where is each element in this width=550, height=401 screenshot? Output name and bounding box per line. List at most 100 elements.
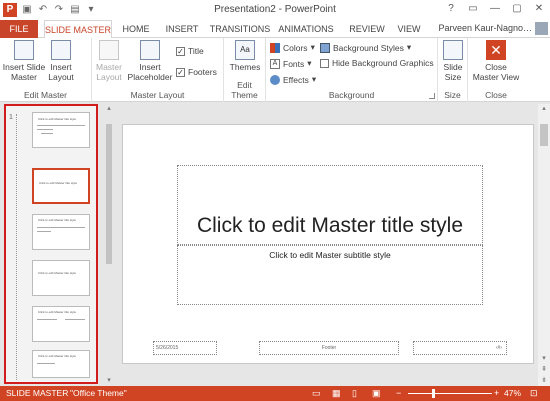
slide-title-text: Click to edit Master title style — [196, 214, 464, 237]
tab-review[interactable]: REVIEW — [346, 20, 388, 38]
insert-layout-button[interactable]: Insert Layout — [46, 40, 76, 82]
master-layout-button[interactable]: Master Layout — [94, 40, 124, 82]
tab-transitions[interactable]: TRANSITIONS — [208, 20, 272, 38]
slide-canvas[interactable]: Click to edit Master title style Click t… — [122, 124, 534, 364]
group-label-edit-theme: Edit Theme — [231, 80, 258, 100]
colors-button[interactable]: Colors ▾ — [270, 42, 315, 53]
slide-scrollbar[interactable]: ▴ ▾ ⇞ ⇟ — [538, 104, 550, 386]
fonts-button[interactable]: A Fonts ▾ — [270, 58, 312, 69]
tab-animations[interactable]: ANIMATIONS — [276, 20, 336, 38]
group-label-edit-master: Edit Master — [24, 90, 67, 100]
group-label-close: Close — [485, 90, 507, 100]
thumbnail-layout-3-title: Click to edit Master title style — [38, 271, 77, 275]
slide-sorter-icon[interactable]: ▦ — [332, 388, 341, 399]
insert-placeholder-icon — [140, 40, 160, 60]
window-controls: ? ▭ — ▢ ✕ — [444, 2, 546, 16]
thumbnail-layout-4[interactable]: Click to edit Master title style — [32, 306, 90, 342]
status-theme-label: "Office Theme" — [70, 388, 127, 398]
group-edit-theme: Aa Themes Edit Theme — [224, 38, 266, 102]
avatar[interactable] — [535, 22, 548, 35]
date-placeholder[interactable]: 5/26/2015 — [153, 341, 217, 355]
background-launcher-icon[interactable] — [429, 93, 435, 99]
thumbnail-scrollbar[interactable]: ▴ ▾ — [104, 104, 114, 386]
slideshow-icon[interactable]: ▣ — [372, 388, 381, 399]
fonts-icon: A — [270, 58, 280, 69]
zoom-slider[interactable] — [408, 393, 492, 394]
tab-slide-master[interactable]: SLIDE MASTER — [44, 20, 112, 39]
effects-icon — [270, 74, 280, 85]
status-view-label: SLIDE MASTER — [6, 388, 69, 398]
group-master-layout: Master Layout Insert Placeholder ✓ Title… — [92, 38, 224, 102]
thumbnail-layout-3[interactable]: Click to edit Master title style — [32, 260, 90, 296]
title-placeholder[interactable]: Click to edit Master title style — [177, 165, 483, 245]
title-check-icon: ✓ — [176, 46, 185, 56]
previous-slide-icon[interactable]: ⇞ — [539, 365, 549, 375]
background-styles-button[interactable]: Background Styles ▾ — [320, 42, 411, 53]
close-button[interactable]: ✕ — [532, 2, 546, 16]
thumbnail-layout-5[interactable]: Click to edit Master title style — [32, 350, 90, 378]
thumbnail-connector-line — [16, 114, 17, 380]
zoom-in-icon[interactable]: + — [494, 388, 499, 398]
close-master-icon: ✕ — [486, 40, 506, 60]
tab-view[interactable]: VIEW — [394, 20, 424, 38]
hide-background-check-icon — [320, 58, 329, 68]
thumbnail-layout-2-title: Click to edit Master title style — [38, 218, 77, 222]
group-size: Slide Size Size — [438, 38, 468, 102]
zoom-out-icon[interactable]: − — [396, 388, 401, 398]
title-bar: P ▣ ↶ ↷ ▤ ▾ Presentation2 - PowerPoint ?… — [0, 0, 550, 20]
footer-placeholder[interactable]: Footer — [259, 341, 399, 355]
zoom-percent[interactable]: 47% — [504, 388, 521, 398]
group-edit-master: Insert Slide Master Insert Layout Edit M… — [0, 38, 92, 102]
slide-scroll-down-icon[interactable]: ▾ — [539, 354, 549, 364]
slide-scroll-thumb[interactable] — [540, 124, 548, 146]
minimize-button[interactable]: — — [488, 2, 502, 16]
thumbnail-pane[interactable]: 1 Click to edit Master title style Click… — [4, 104, 98, 384]
slide-subtitle-text: Click to edit Master subtitle style — [269, 250, 391, 260]
thumbnail-master[interactable]: Click to edit Master title style — [32, 112, 90, 148]
thumbnail-master-title: Click to edit Master title style — [38, 117, 77, 121]
thumbnail-layout-5-title: Click to edit Master title style — [38, 354, 77, 358]
colors-icon — [270, 42, 280, 53]
insert-slide-master-button[interactable]: Insert Slide Master — [2, 40, 46, 82]
zoom-slider-knob[interactable] — [432, 389, 435, 398]
group-label-background: Background — [328, 90, 375, 100]
ribbon-display-button[interactable]: ▭ — [466, 2, 480, 16]
title-checkbox[interactable]: ✓ Title — [176, 46, 204, 56]
hide-background-graphics-checkbox[interactable]: Hide Background Graphics — [320, 58, 434, 68]
scroll-down-icon[interactable]: ▾ — [104, 376, 114, 386]
thumbnail-scroll-thumb[interactable] — [106, 124, 112, 264]
scroll-up-icon[interactable]: ▴ — [104, 104, 114, 114]
normal-view-icon[interactable]: ▭ — [312, 388, 321, 399]
thumbnail-layout-4-title: Click to edit Master title style — [38, 310, 77, 314]
group-background: Colors ▾ A Fonts ▾ Effects ▾ Background Sty… — [266, 38, 438, 102]
insert-placeholder-button[interactable]: Insert Placeholder — [126, 40, 174, 82]
tab-home[interactable]: HOME — [116, 20, 156, 38]
themes-button[interactable]: Aa Themes — [228, 40, 262, 72]
thumbnail-title-layout[interactable]: Click to edit Master title style — [32, 168, 90, 204]
tab-file[interactable]: FILE — [0, 20, 38, 38]
master-layout-icon — [99, 40, 119, 60]
insert-slide-master-icon — [14, 40, 34, 60]
close-master-view-button[interactable]: ✕ Close Master View — [472, 40, 520, 82]
footers-checkbox[interactable]: ✓ Footers — [176, 67, 217, 77]
subtitle-placeholder[interactable]: Click to edit Master subtitle style — [177, 245, 483, 305]
group-label-size: Size — [444, 90, 461, 100]
next-slide-icon[interactable]: ⇟ — [539, 376, 549, 386]
ribbon-tabs: FILE SLIDE MASTER HOME INSERT TRANSITION… — [0, 20, 550, 39]
group-close: ✕ Close Master View Close — [468, 38, 524, 102]
reading-view-icon[interactable]: ▯ — [352, 388, 357, 399]
slide-number-placeholder[interactable]: ‹#› — [413, 341, 507, 355]
user-name[interactable]: Parveen Kaur-Nagno… — [438, 23, 532, 33]
slide-size-icon — [443, 40, 463, 60]
fit-slide-icon[interactable]: ⊡ — [530, 388, 538, 399]
help-button[interactable]: ? — [444, 2, 458, 16]
slide-scroll-up-icon[interactable]: ▴ — [539, 104, 549, 114]
slide-size-button[interactable]: Slide Size — [440, 40, 466, 82]
maximize-button[interactable]: ▢ — [510, 2, 524, 16]
effects-button[interactable]: Effects ▾ — [270, 74, 316, 85]
thumbnail-layout-2[interactable]: Click to edit Master title style — [32, 214, 90, 250]
insert-layout-icon — [51, 40, 71, 60]
status-bar: SLIDE MASTER "Office Theme" ▭ ▦ ▯ ▣ − + … — [0, 386, 550, 401]
tab-insert[interactable]: INSERT — [160, 20, 204, 38]
thumbnail-title-layout-title: Click to edit Master title style — [39, 181, 78, 185]
